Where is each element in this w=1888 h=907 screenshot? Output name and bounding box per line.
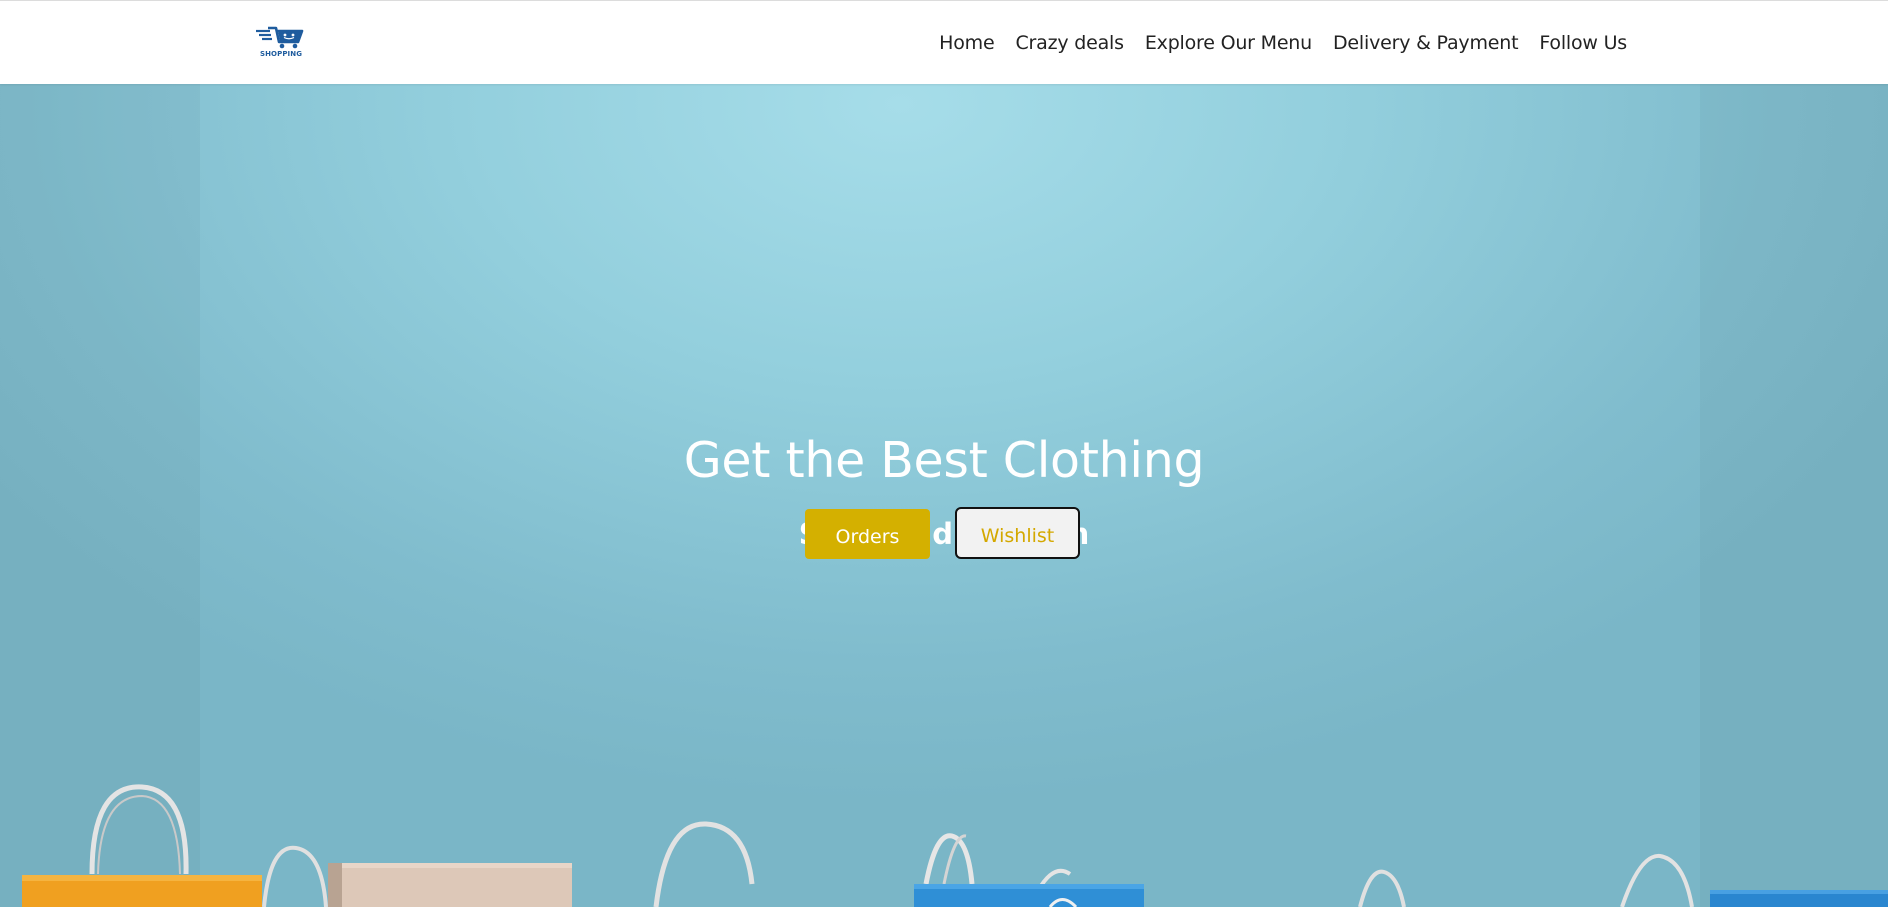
main-nav: Home Crazy deals Explore Our Menu Delive… xyxy=(939,1,1627,85)
shopping-logo[interactable]: SHOPPING xyxy=(254,25,308,61)
top-navbar: SHOPPING Home Crazy deals Explore Our Me… xyxy=(0,0,1888,84)
shopping-cart-icon xyxy=(256,26,304,49)
nav-link-home[interactable]: Home xyxy=(939,32,995,54)
nav-link-follow-us[interactable]: Follow Us xyxy=(1539,32,1627,54)
nav-link-explore-menu[interactable]: Explore Our Menu xyxy=(1145,32,1312,54)
shopping-bags-illustration xyxy=(22,784,1888,907)
nav-link-crazy-deals[interactable]: Crazy deals xyxy=(1015,32,1124,54)
logo-text: SHOPPING xyxy=(259,50,303,58)
hero-subtitle: Style and Fashion xyxy=(798,517,1090,551)
nav-link-delivery-payment[interactable]: Delivery & Payment xyxy=(1333,32,1519,54)
wishlist-button[interactable]: Wishlist xyxy=(955,507,1080,559)
hero-title: Get the Best Clothing xyxy=(683,432,1205,489)
hero-banner: Get the Best Clothing Style and Fashion xyxy=(0,84,1888,907)
orders-button[interactable]: Orders xyxy=(805,509,930,559)
